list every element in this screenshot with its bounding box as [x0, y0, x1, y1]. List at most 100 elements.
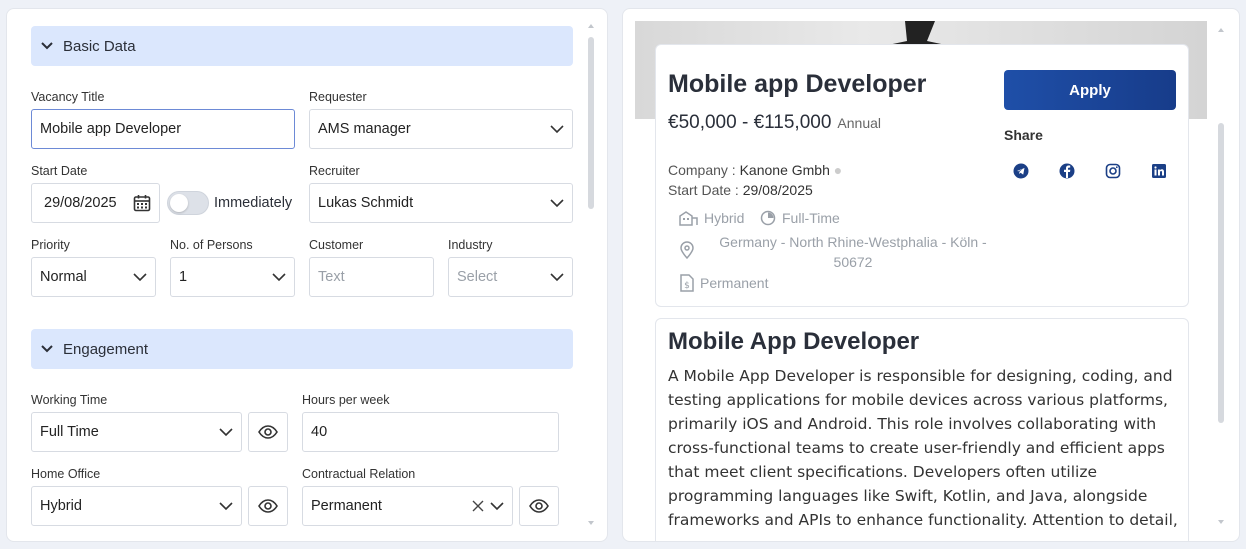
company-label: Company : — [668, 162, 736, 178]
requester-label: Requester — [309, 90, 367, 104]
scroll-up-arrow-icon[interactable] — [587, 23, 595, 29]
chevron-down-icon — [550, 125, 564, 134]
working-time-visibility-button[interactable] — [248, 412, 288, 452]
vacancy-title-text-1: Mobile — [40, 121, 87, 137]
scroll-down-arrow-icon[interactable] — [587, 520, 595, 526]
start-date-info: Start Date : 29/08/2025 — [668, 182, 813, 198]
work-mode-info: Hybrid — [678, 210, 744, 226]
start-date-label: Start Date — [31, 164, 88, 178]
telegram-icon[interactable] — [1013, 163, 1029, 179]
building-icon — [679, 211, 698, 226]
apply-button[interactable]: Apply — [1004, 70, 1176, 110]
home-office-label: Home Office — [31, 467, 101, 481]
description-line: testing applications for mobile devices … — [668, 391, 1168, 409]
eye-icon — [529, 499, 549, 513]
engagement-section-title: Engagement — [63, 340, 149, 358]
customer-placeholder: Text — [318, 269, 345, 285]
immediately-toggle[interactable] — [167, 191, 209, 215]
location-line-1: Germany - North Rhine-Westphalia - Köln … — [719, 234, 987, 250]
contractual-label: Contractual Relation — [302, 467, 416, 481]
form-scrollbar-thumb[interactable] — [588, 37, 594, 209]
calendar-icon[interactable] — [133, 194, 151, 212]
contract-document-icon: $ — [680, 274, 694, 292]
start-date-input[interactable]: 29/08/2025 — [31, 183, 160, 223]
chevron-down-icon — [490, 502, 504, 511]
job-description-card: Mobile App Developer A Mobile App Develo… — [655, 318, 1189, 541]
start-date-info-label: Start Date : — [668, 182, 739, 198]
basic-data-section-header[interactable]: Basic Data — [31, 26, 573, 66]
job-title: Mobile app Developer — [668, 70, 927, 98]
company-value: Kanone Gmbh — [739, 162, 830, 178]
persons-select[interactable]: 1 — [170, 257, 295, 297]
contractual-select[interactable]: Permanent — [302, 486, 513, 526]
scroll-up-arrow-icon[interactable] — [1217, 27, 1225, 33]
salary-value: €50,000 - €115,000 — [668, 112, 832, 133]
contract-value: Permanent — [700, 275, 769, 291]
preview-scrollbar-thumb[interactable] — [1218, 123, 1224, 423]
salary-unit: Annual — [837, 115, 881, 131]
recruiter-label: Recruiter — [309, 164, 360, 178]
linkedin-icon[interactable] — [1151, 163, 1167, 179]
engagement-section-header[interactable]: Engagement — [31, 329, 573, 369]
vacancy-title-text-2: app — [86, 121, 111, 137]
persons-value: 1 — [179, 269, 188, 285]
requester-value: AMS manager — [318, 121, 411, 137]
company-info: Company : Kanone Gmbh ● — [668, 162, 842, 178]
description-line: that meet client specifications. Develop… — [668, 463, 1098, 481]
chevron-down-icon — [550, 273, 564, 282]
salary-range: €50,000 - €115,000 Annual — [668, 112, 881, 134]
chevron-down-icon — [41, 345, 53, 353]
requester-select[interactable]: AMS manager — [309, 109, 573, 149]
description-line: programming languages like Swift, Kotlin… — [668, 487, 1148, 505]
customer-input[interactable]: Text — [309, 257, 434, 297]
eye-icon — [258, 499, 278, 513]
contractual-value: Permanent — [311, 498, 382, 514]
clear-icon[interactable] — [472, 500, 484, 512]
location-pin-icon — [680, 241, 694, 259]
work-mode-value: Hybrid — [704, 210, 745, 226]
persons-label: No. of Persons — [170, 238, 253, 252]
home-office-select[interactable]: Hybrid — [31, 486, 242, 526]
chevron-down-icon — [219, 502, 233, 511]
vacancy-title-text-3: Developer — [110, 121, 182, 137]
toggle-knob — [170, 194, 188, 212]
job-preview-panel: Mobile app Developer €50,000 - €115,000 A… — [622, 8, 1240, 542]
contract-info: $ Permanent — [680, 274, 768, 292]
facebook-icon[interactable] — [1059, 163, 1075, 179]
vacancy-title-input[interactable]: Mobile app Developer — [31, 109, 295, 149]
recruiter-value: Lukas Schmidt — [318, 195, 414, 211]
working-time-select[interactable]: Full Time — [31, 412, 242, 452]
home-office-value: Hybrid — [40, 498, 82, 514]
industry-label: Industry — [448, 238, 493, 252]
vacancy-form-panel: Basic Data Vacancy Title Mobile app Deve… — [6, 8, 608, 542]
customer-label: Customer — [309, 238, 364, 252]
chevron-down-icon — [219, 428, 233, 437]
job-summary-card: Mobile app Developer €50,000 - €115,000 A… — [655, 44, 1189, 307]
chevron-down-icon — [550, 199, 564, 208]
recruiter-select[interactable]: Lukas Schmidt — [309, 183, 573, 223]
start-date-value: 29/08/2025 — [44, 195, 117, 211]
priority-select[interactable]: Normal — [31, 257, 156, 297]
description-line: frameworks and APIs to enhance functiona… — [668, 511, 1178, 529]
description-line: A Mobile App Developer is responsible fo… — [668, 367, 1173, 385]
priority-label: Priority — [31, 238, 70, 252]
description-line: primarily iOS and Android. This role inv… — [668, 415, 1157, 433]
clock-icon — [760, 210, 776, 226]
scroll-down-arrow-icon[interactable] — [1217, 519, 1225, 525]
chevron-down-icon — [272, 273, 286, 282]
work-time-value: Full-Time — [782, 210, 840, 226]
industry-select[interactable]: Select — [448, 257, 573, 297]
home-office-visibility-button[interactable] — [248, 486, 288, 526]
instagram-icon[interactable] — [1105, 163, 1121, 179]
work-time-info: Full-Time — [760, 210, 840, 226]
company-dot-icon: ● — [833, 162, 843, 178]
share-label: Share — [1004, 127, 1043, 143]
hours-input[interactable]: 40 — [302, 412, 559, 452]
hours-label: Hours per week — [302, 393, 390, 407]
location-info: Germany - North Rhine-Westphalia - Köln … — [708, 232, 998, 272]
chevron-down-icon — [41, 42, 53, 50]
contractual-visibility-button[interactable] — [519, 486, 559, 526]
description-line: cross-functional teams to create user-fr… — [668, 439, 1165, 457]
priority-value: Normal — [40, 269, 87, 285]
svg-text:$: $ — [684, 281, 690, 291]
